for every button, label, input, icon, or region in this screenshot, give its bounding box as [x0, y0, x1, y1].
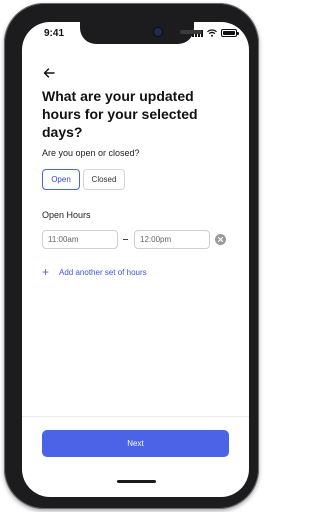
footer: Next — [22, 416, 249, 497]
next-button[interactable]: Next — [42, 430, 229, 457]
home-indicator — [117, 480, 156, 483]
clear-icon[interactable] — [215, 234, 226, 245]
end-time-placeholder: 12:00pm — [140, 235, 172, 244]
open-hours-label: Open Hours — [42, 210, 91, 220]
wifi-icon — [207, 29, 217, 37]
notch — [80, 22, 202, 44]
speaker — [180, 30, 202, 34]
phone-frame: 9:41 What are your updated hours for you… — [4, 3, 259, 509]
camera-icon — [154, 28, 162, 36]
add-hours-label: Add another set of hours — [59, 267, 147, 277]
time-range-separator — [123, 239, 128, 240]
phone-screen: 9:41 What are your updated hours for you… — [22, 22, 249, 497]
back-arrow-icon[interactable] — [42, 66, 56, 80]
status-time: 9:41 — [44, 28, 65, 39]
open-option-button[interactable]: Open — [42, 169, 80, 190]
plus-icon: + — [42, 265, 50, 279]
battery-icon — [221, 29, 239, 37]
end-time-field[interactable]: 12:00pm — [134, 230, 210, 249]
start-time-placeholder: 11:00am — [48, 235, 79, 244]
start-time-field[interactable]: 11:00am — [42, 230, 118, 249]
add-hours-link[interactable]: + Add another set of hours — [42, 266, 147, 278]
page-title: What are your updated hours for your sel… — [42, 88, 198, 140]
closed-option-button[interactable]: Closed — [83, 169, 125, 190]
open-closed-label: Are you open or closed? — [42, 148, 140, 158]
